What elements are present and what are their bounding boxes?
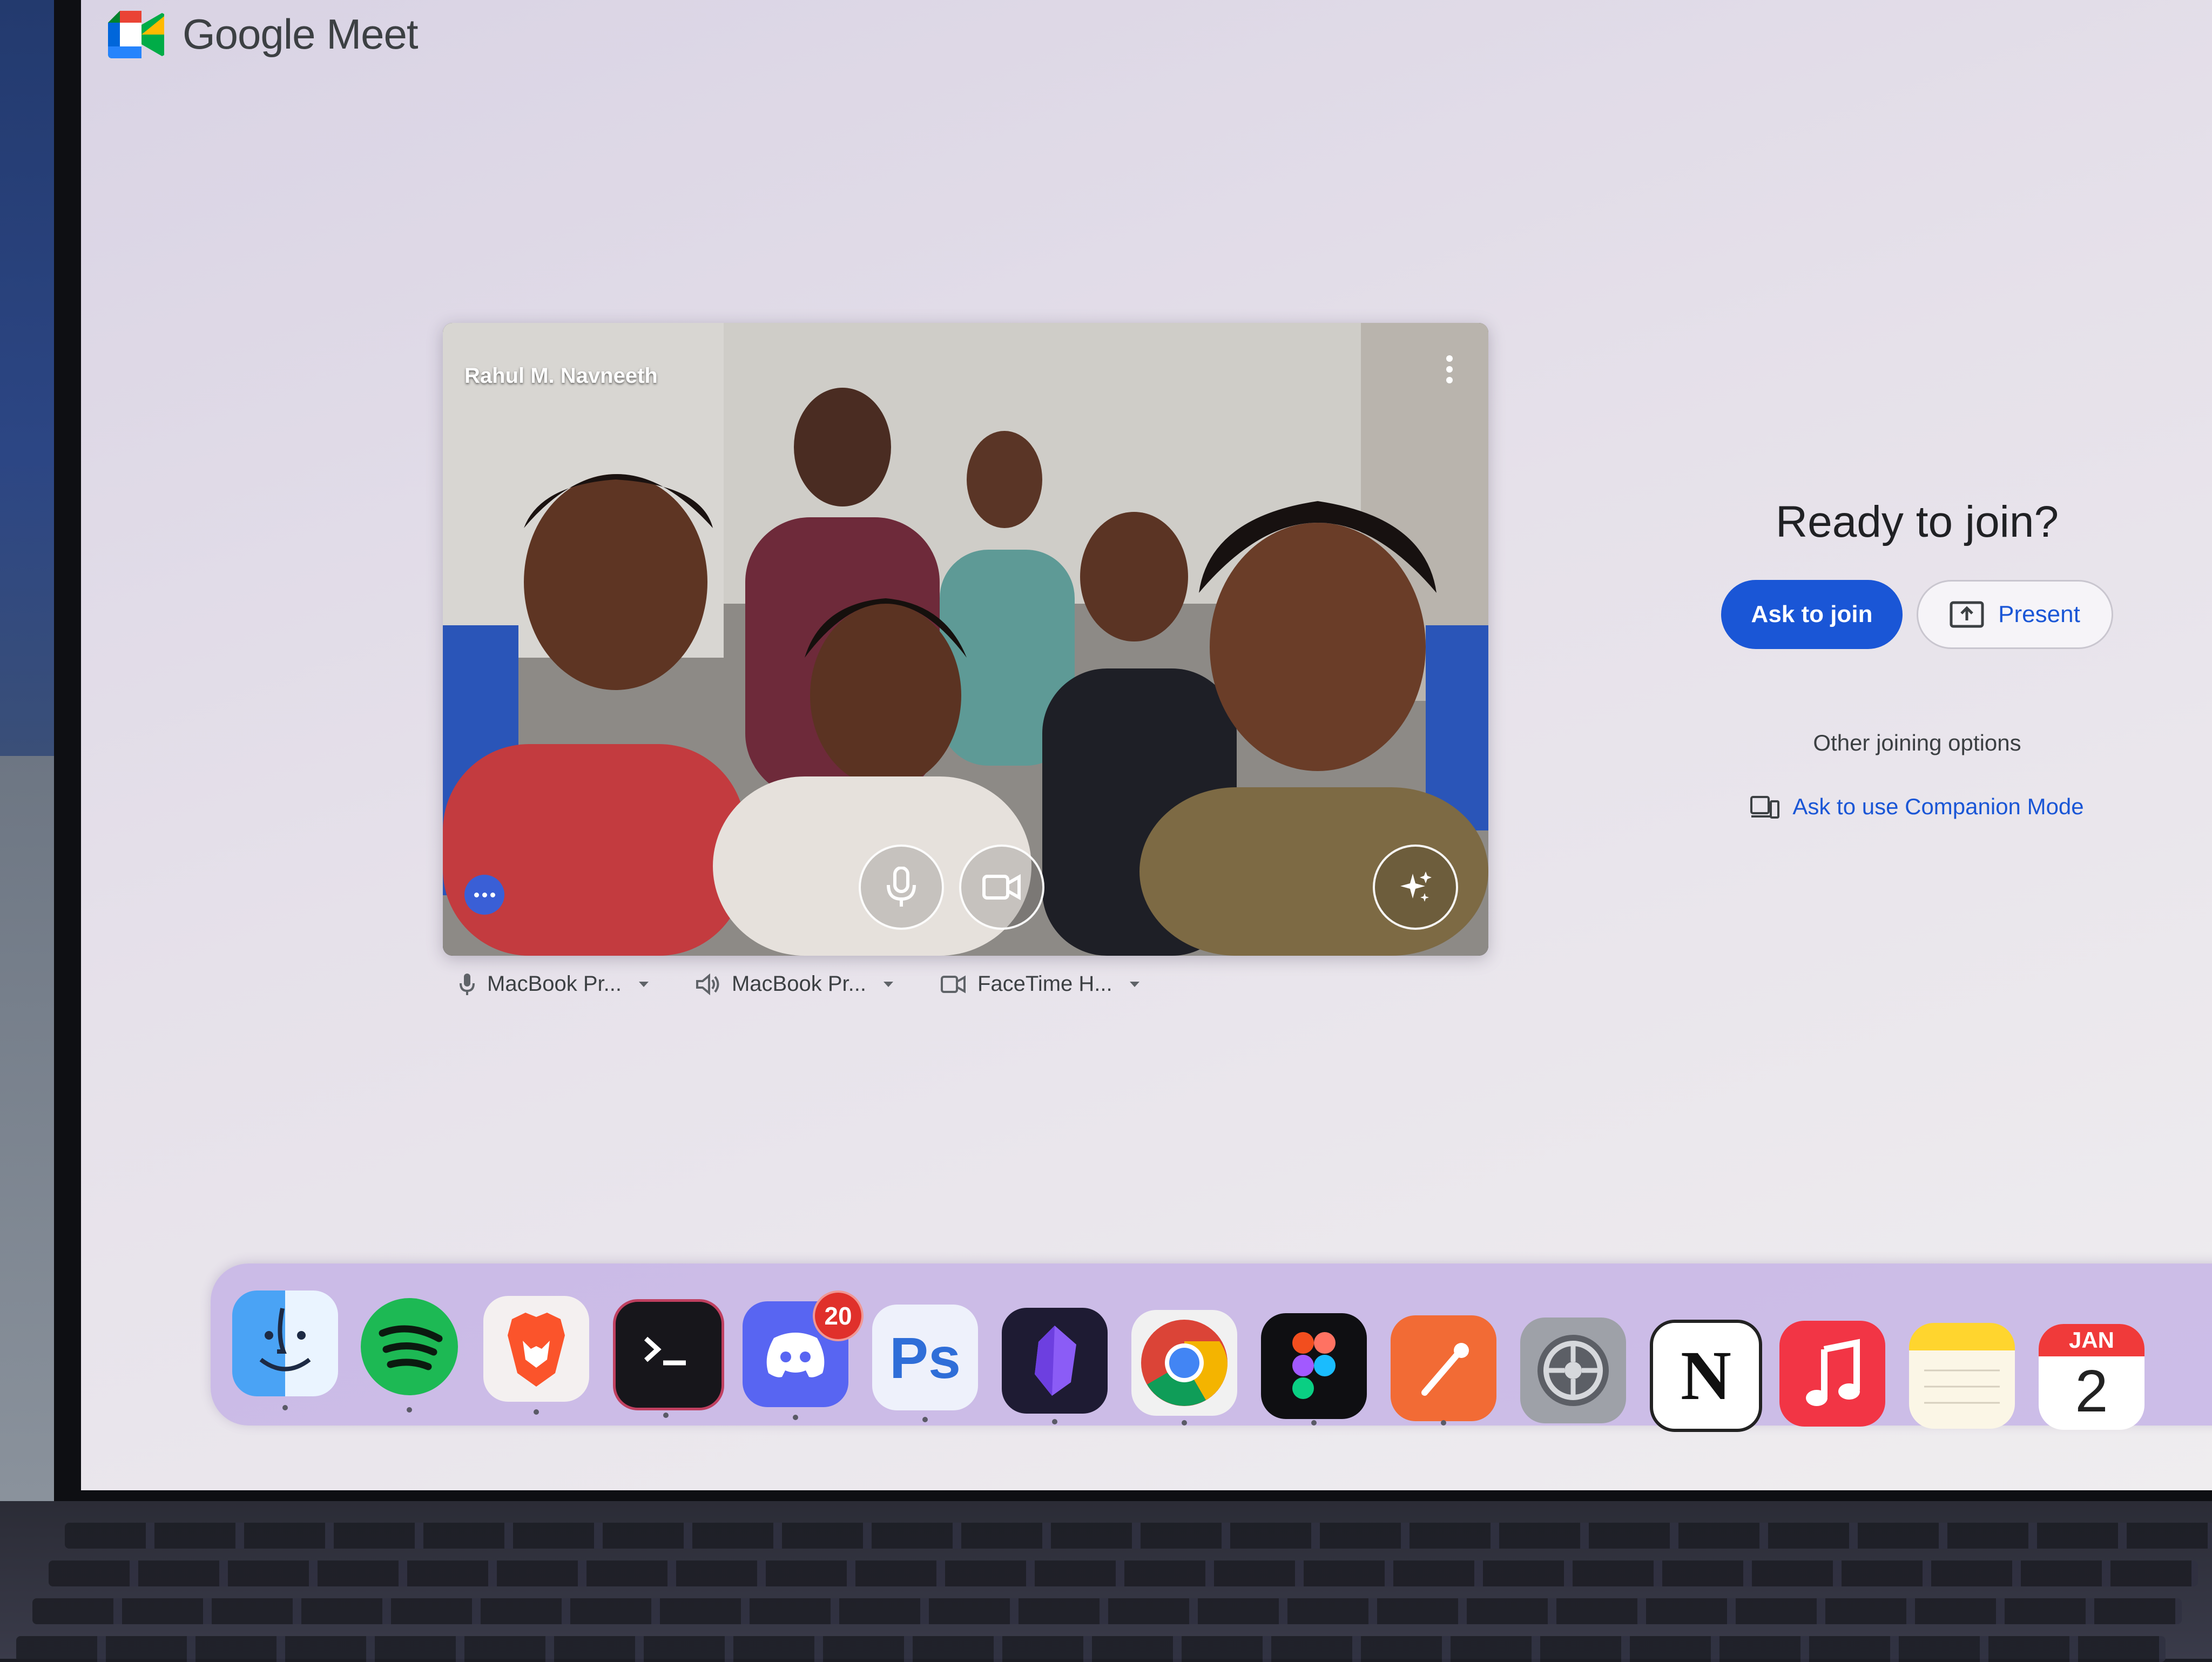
music-icon[interactable]: [1779, 1321, 1885, 1427]
join-panel: Ready to join? Ask to join Present Other…: [1647, 497, 2187, 820]
companion-mode-link[interactable]: Ask to use Companion Mode: [1647, 794, 2187, 820]
microphone-device-label: MacBook Pr...: [487, 972, 622, 996]
settings-icon[interactable]: [1520, 1318, 1626, 1423]
device-selectors: MacBook Pr... MacBook Pr... FaceTime H..…: [459, 972, 1139, 996]
running-indicator: [1052, 1419, 1057, 1424]
spotify-icon[interactable]: [356, 1294, 462, 1400]
speaker-device-select[interactable]: MacBook Pr...: [696, 972, 893, 996]
chrome-icon[interactable]: [1131, 1310, 1237, 1416]
participant-name: Rahul M. Navneeth: [464, 364, 658, 388]
camera-feed-image: [443, 323, 1488, 956]
ready-to-join-heading: Ready to join?: [1775, 497, 2059, 546]
discord-notification-badge: 20: [813, 1291, 864, 1341]
other-joining-options-label: Other joining options: [1813, 730, 2021, 755]
companion-devices-icon: [1750, 796, 1780, 819]
running-indicator: [282, 1405, 288, 1410]
speaker-icon: [696, 973, 719, 995]
more-options-badge-icon[interactable]: [464, 875, 504, 915]
calendar-day: 2: [2075, 1358, 2108, 1424]
camera-device-label: FaceTime H...: [977, 972, 1112, 996]
brave-icon[interactable]: [483, 1296, 589, 1402]
self-view-video: Rahul M. Navneeth: [443, 323, 1488, 956]
present-to-all-icon: [1950, 601, 1984, 628]
terminal-icon[interactable]: [613, 1299, 724, 1410]
more-vert-icon[interactable]: [1444, 355, 1455, 393]
calendar-icon[interactable]: JAN 2: [2039, 1324, 2144, 1430]
ask-to-join-button[interactable]: Ask to join: [1721, 580, 1903, 649]
finder-icon[interactable]: [232, 1291, 338, 1396]
app-title: Google Meet: [183, 10, 419, 58]
running-indicator: [534, 1409, 539, 1415]
camera-device-select[interactable]: FaceTime H...: [940, 972, 1139, 996]
photoshop-icon[interactable]: Ps: [872, 1305, 978, 1410]
running-indicator: [663, 1413, 669, 1418]
keyboard: [0, 1501, 2212, 1662]
companion-mode-label: Ask to use Companion Mode: [1792, 794, 2084, 819]
speaker-device-label: MacBook Pr...: [731, 972, 866, 996]
figma-icon[interactable]: [1261, 1313, 1367, 1419]
chevron-down-icon: [1129, 981, 1139, 987]
notion-icon[interactable]: N: [1650, 1320, 1762, 1432]
keyboard-row: [65, 1523, 2212, 1549]
calendar-month: JAN: [2039, 1324, 2144, 1356]
chevron-down-icon: [883, 981, 893, 987]
running-indicator: [407, 1407, 412, 1413]
background-blue-curtain: [0, 0, 59, 756]
postman-icon[interactable]: [1391, 1315, 1496, 1421]
running-indicator: [1311, 1420, 1317, 1425]
macos-dock: 20 Ps N JAN 2: [211, 1264, 2212, 1432]
videocam-icon: [940, 975, 966, 993]
keyboard-row: [32, 1598, 2182, 1624]
microphone-toggle-button[interactable]: [859, 844, 944, 930]
running-indicator: [793, 1415, 798, 1420]
present-button-label: Present: [1998, 601, 2080, 627]
header-brand[interactable]: Google Meet: [108, 10, 419, 59]
sparkle-effects-icon: [1400, 871, 1432, 902]
present-button[interactable]: Present: [1917, 580, 2113, 649]
notes-icon[interactable]: [1909, 1323, 2015, 1429]
chevron-down-icon: [638, 981, 649, 987]
camera-toggle-button[interactable]: [959, 844, 1044, 930]
obsidian-icon[interactable]: [1002, 1308, 1108, 1414]
google-meet-logo-icon: [108, 10, 164, 58]
visual-effects-button[interactable]: [1373, 844, 1458, 930]
join-buttons: Ask to join Present: [1647, 580, 2187, 649]
running-indicator: [1441, 1420, 1446, 1425]
mic-icon: [460, 973, 475, 995]
running-indicator: [1182, 1420, 1187, 1425]
keyboard-row: [49, 1560, 2198, 1586]
keyboard-row: [16, 1636, 2166, 1662]
running-indicator: [922, 1417, 928, 1422]
mic-icon: [887, 867, 916, 907]
microphone-device-select[interactable]: MacBook Pr...: [459, 972, 649, 996]
videocam-icon: [982, 874, 1021, 901]
